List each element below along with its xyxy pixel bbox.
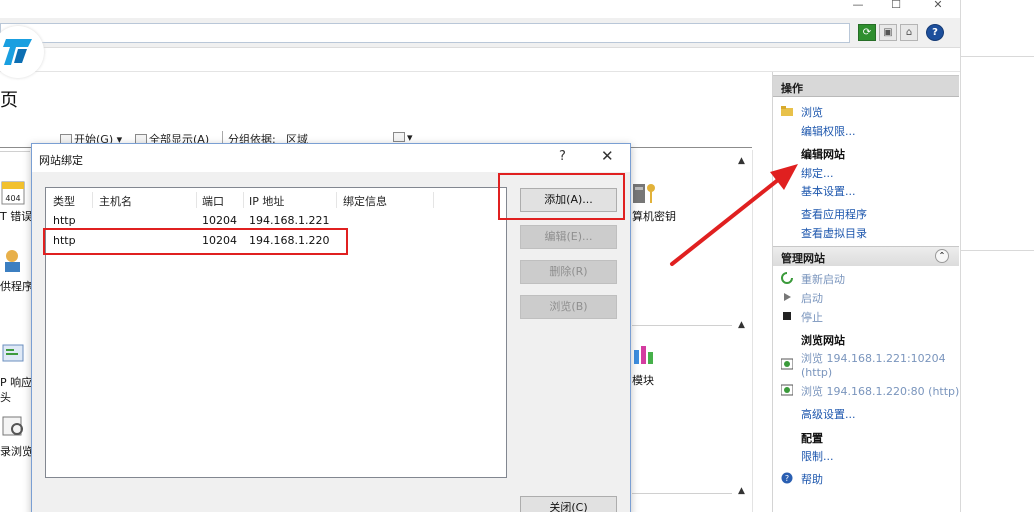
stop-square-icon <box>783 312 791 320</box>
browse-site-icon <box>781 384 793 396</box>
column-divider[interactable] <box>196 192 197 208</box>
action-restart[interactable]: 重新启动 <box>801 271 845 287</box>
column-divider[interactable] <box>243 192 244 208</box>
address-input[interactable] <box>0 23 850 43</box>
action-limits[interactable]: 限制... <box>801 448 834 464</box>
column-divider[interactable] <box>336 192 337 208</box>
highlight-binding-row <box>43 228 348 255</box>
group-divider <box>632 325 732 326</box>
cell-ip: 194.168.1.221 <box>249 214 330 227</box>
adjacent-window-line <box>960 250 1034 251</box>
collapse-section-icon[interactable]: ⌃ <box>935 249 949 263</box>
feature-label-modules: 模块 <box>632 374 654 387</box>
column-header-port[interactable]: 端口 <box>202 193 224 209</box>
browse-site-icon <box>781 358 793 370</box>
http-headers-icon[interactable] <box>0 340 26 366</box>
home-icon[interactable]: ⌂ <box>900 24 918 41</box>
action-start[interactable]: 启动 <box>801 290 823 306</box>
config-heading: 配置 <box>801 432 823 445</box>
menu-bar <box>0 48 960 72</box>
browse-folder-icon <box>781 106 793 116</box>
highlight-add-button <box>498 173 625 220</box>
browse-site-heading: 浏览网站 <box>801 334 845 347</box>
adjacent-window <box>960 0 1034 512</box>
start-icon <box>784 293 791 301</box>
column-header-host[interactable]: 主机名 <box>99 193 132 209</box>
action-view-applications[interactable]: 查看应用程序 <box>801 206 867 222</box>
group-collapse-icon[interactable]: ▲ <box>738 486 745 496</box>
action-browse-221[interactable]: 浏览 194.168.1.221:10204 <box>801 350 946 366</box>
action-stop[interactable]: 停止 <box>801 309 823 325</box>
window-titlebar: — ☐ ✕ <box>0 0 960 18</box>
page-title: 页 <box>0 90 18 111</box>
help-icon[interactable]: ? <box>926 24 944 41</box>
close-window-button[interactable]: ✕ <box>926 0 950 14</box>
action-help[interactable]: 帮助 <box>801 471 823 487</box>
maximize-button[interactable]: ☐ <box>884 0 908 14</box>
badge-404: 404 <box>5 194 20 203</box>
column-header-type[interactable]: 类型 <box>53 193 75 209</box>
machine-key-icon[interactable] <box>632 180 658 206</box>
red-arrow-icon <box>670 164 798 266</box>
column-divider[interactable] <box>433 192 434 208</box>
actions-pane: 操作 浏览 编辑权限... 编辑网站 绑定... 基本设置... 查看应用程序 … <box>772 72 960 512</box>
refresh-icon[interactable]: ⟳ <box>858 24 876 41</box>
column-header-info[interactable]: 绑定信息 <box>343 193 387 209</box>
dialog-close-button[interactable]: ✕ <box>601 147 614 165</box>
edit-binding-button[interactable]: 编辑(E)... <box>520 225 617 249</box>
providers-icon[interactable] <box>0 247 26 273</box>
action-browse-221-protocol[interactable]: (http) <box>801 366 832 379</box>
error-pages-icon[interactable]: 404 <box>0 180 26 206</box>
feature-label-providers: 供程序 <box>0 280 33 293</box>
feature-label-error-pages: T 错误 <box>0 210 33 223</box>
dialog-help-button[interactable]: ? <box>559 149 566 164</box>
group-collapse-icon[interactable]: ▲ <box>738 320 745 330</box>
modules-icon[interactable] <box>632 342 658 368</box>
browse-binding-button[interactable]: 浏览(B) <box>520 295 617 319</box>
view-grid-icon <box>393 132 405 142</box>
cell-port: 10204 <box>202 214 237 227</box>
help-circle-icon: ? <box>781 472 793 484</box>
directory-browsing-icon[interactable] <box>0 414 26 440</box>
cell-type: http <box>53 214 76 227</box>
restart-icon <box>781 272 793 284</box>
group-divider <box>632 493 732 494</box>
actions-header: 操作 <box>773 75 959 97</box>
feature-label-directory-browsing: 录浏览 <box>0 445 33 458</box>
stop-icon[interactable]: ▣ <box>879 24 897 41</box>
minimize-button[interactable]: — <box>846 0 870 14</box>
address-bar: ⟳ ▣ ⌂ ? <box>0 18 960 48</box>
dialog-titlebar: 网站绑定 ? ✕ <box>32 144 630 172</box>
action-view-virtual-dirs[interactable]: 查看虚拟目录 <box>801 225 867 241</box>
action-advanced-settings[interactable]: 高级设置... <box>801 406 856 422</box>
close-dialog-button[interactable]: 关闭(C) <box>520 496 617 512</box>
feature-label-http-headers: P 响应 头 <box>0 376 33 404</box>
action-edit-permissions[interactable]: 编辑权限... <box>801 123 856 139</box>
column-divider[interactable] <box>92 192 93 208</box>
logo-mark-icon <box>3 39 32 65</box>
remove-binding-button[interactable]: 删除(R) <box>520 260 617 284</box>
svg-text:?: ? <box>785 474 789 483</box>
action-browse-220[interactable]: 浏览 194.168.1.220:80 (http) <box>801 383 959 399</box>
dialog-title: 网站绑定 <box>39 154 83 167</box>
column-header-ip[interactable]: IP 地址 <box>249 193 284 209</box>
action-browse[interactable]: 浏览 <box>801 104 823 120</box>
group-divider <box>0 151 30 152</box>
adjacent-window-line <box>960 56 1034 57</box>
